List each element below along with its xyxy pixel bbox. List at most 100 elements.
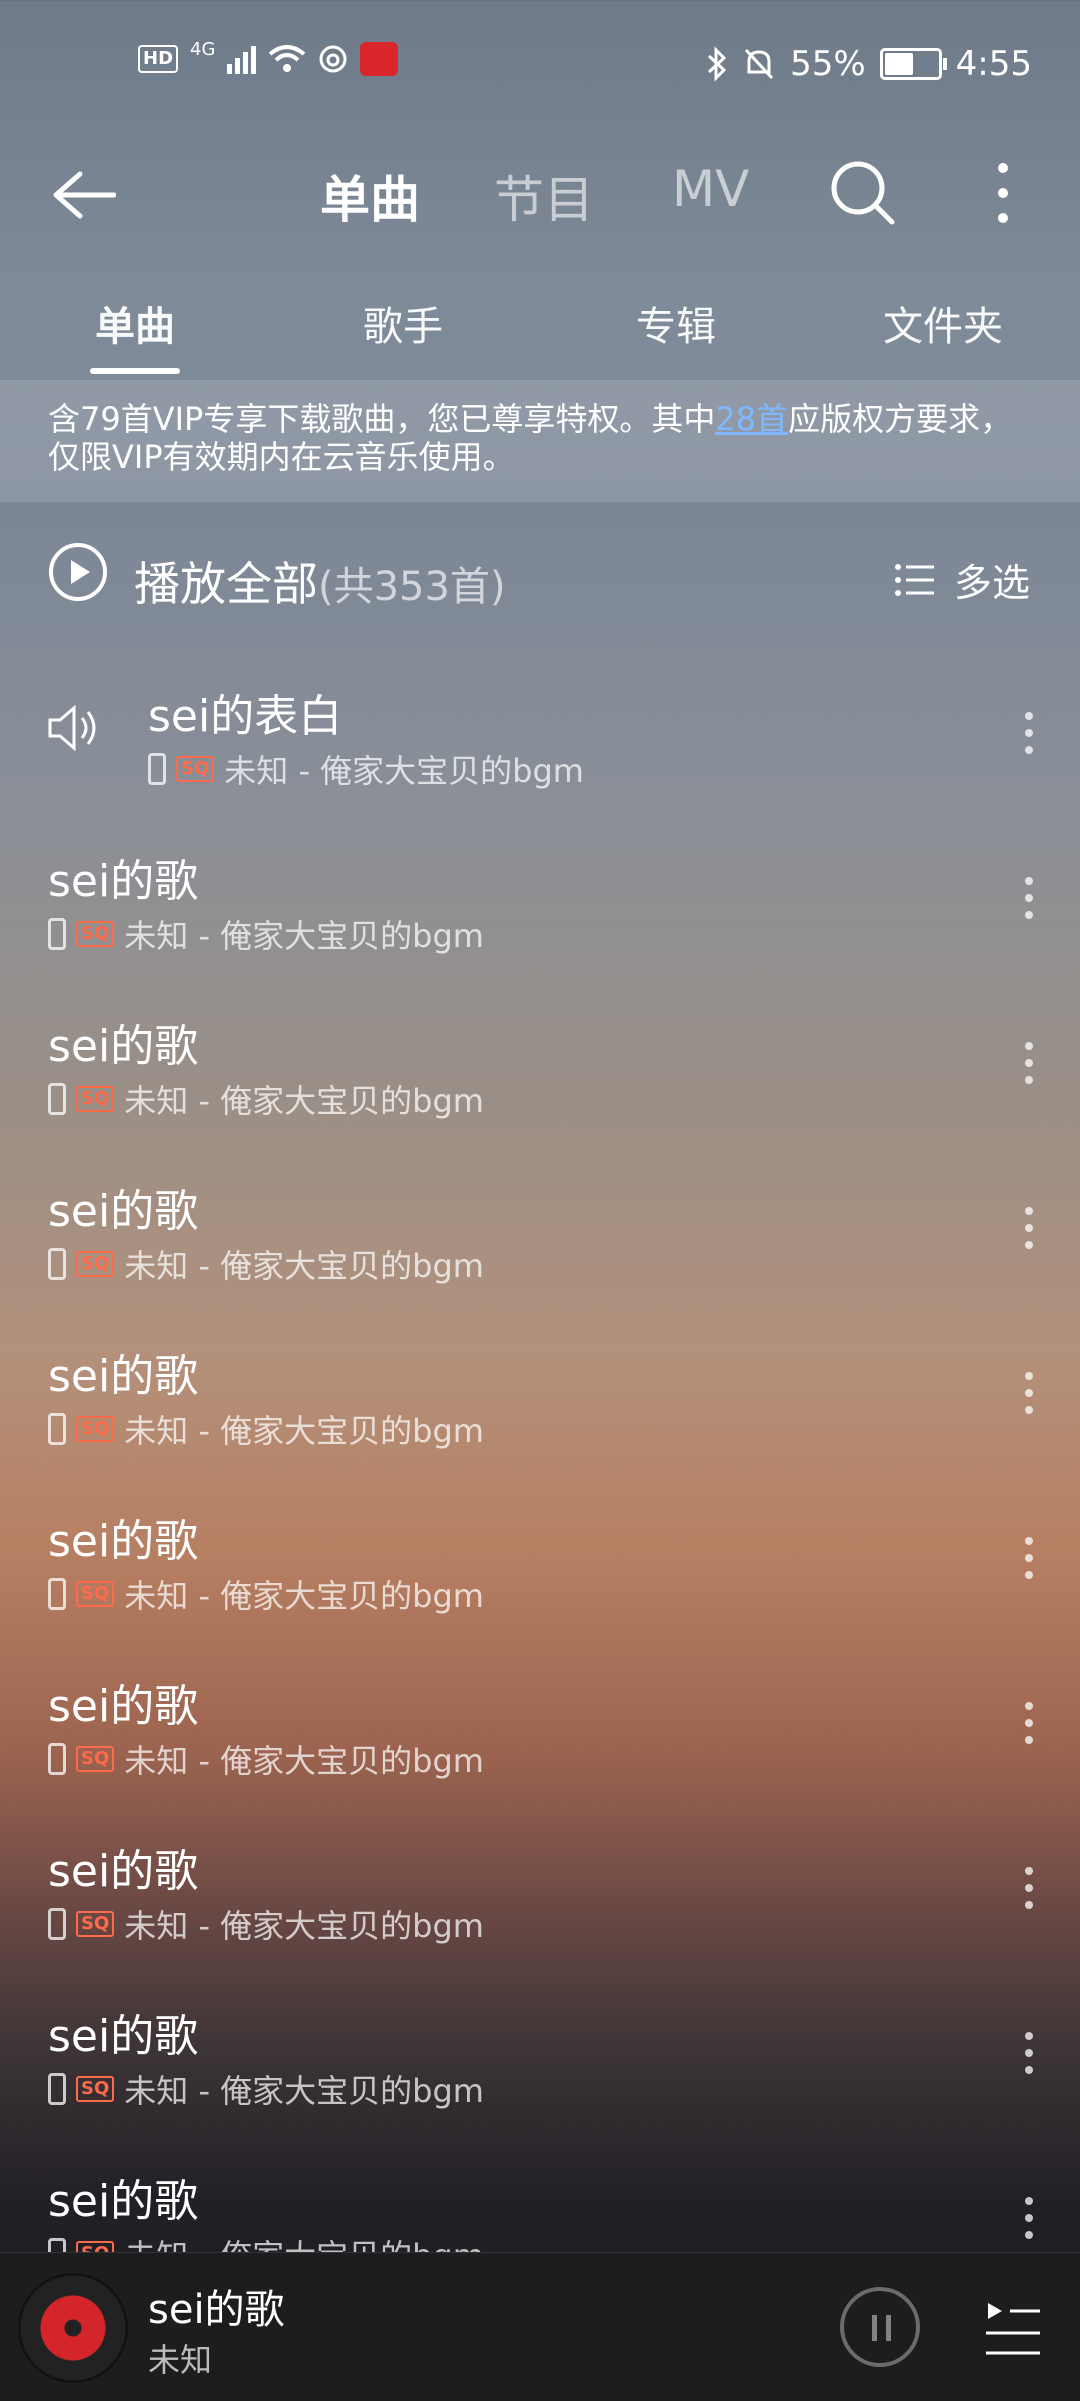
song-title: sei的歌	[48, 2176, 199, 2227]
mute-bell-icon	[744, 48, 774, 80]
song-meta: SQ 未知 - 俺家大宝贝的bgm	[48, 2066, 484, 2112]
now-playing-artist: 未知	[148, 2341, 213, 2379]
network-type: 4G	[190, 38, 216, 60]
top-header: 单曲 节目 MV	[0, 130, 1080, 250]
song-row[interactable]: sei的歌 SQ 未知 - 俺家大宝贝的bgm	[0, 1642, 1080, 1807]
local-device-icon	[48, 1248, 66, 1280]
song-more-icon[interactable]	[1024, 1702, 1034, 1750]
search-icon[interactable]	[830, 160, 896, 226]
local-device-icon	[148, 753, 166, 785]
local-device-icon	[48, 1578, 66, 1610]
song-title: sei的歌	[48, 1846, 199, 1897]
bluetooth-icon	[708, 46, 727, 82]
local-device-icon	[48, 2073, 66, 2105]
tab-single[interactable]: 单曲	[320, 160, 420, 232]
song-row[interactable]: sei的表白 SQ 未知 - 俺家大宝贝的bgm	[0, 652, 1080, 817]
status-right: 55% 4:55	[706, 44, 1032, 84]
back-arrow-icon[interactable]	[50, 170, 116, 220]
song-more-icon[interactable]	[1024, 1867, 1034, 1915]
mini-player[interactable]: sei的歌 未知	[0, 2252, 1080, 2401]
local-device-icon	[48, 1743, 66, 1775]
song-more-icon[interactable]	[1024, 1537, 1034, 1585]
song-row[interactable]: sei的歌 SQ 未知 - 俺家大宝贝的bgm	[0, 1147, 1080, 1312]
notice-text-before: 含79首VIP专享下载歌曲，您已尊享特权。其中	[48, 400, 716, 438]
subtab-single[interactable]: 单曲	[95, 294, 175, 352]
song-artist-album: 未知 - 俺家大宝贝的bgm	[124, 1577, 484, 1615]
vip-notice: 含79首VIP专享下载歌曲，您已尊享特权。其中28首应版权方要求，仅限VIP有效…	[0, 380, 1080, 502]
netease-icon	[319, 45, 347, 73]
song-meta: SQ 未知 - 俺家大宝贝的bgm	[48, 1901, 484, 1947]
song-meta: SQ 未知 - 俺家大宝贝的bgm	[48, 1571, 484, 1617]
battery-icon	[879, 48, 947, 80]
song-meta: SQ 未知 - 俺家大宝贝的bgm	[148, 746, 584, 792]
song-meta: SQ 未知 - 俺家大宝贝的bgm	[48, 1241, 484, 1287]
pause-button[interactable]	[840, 2287, 920, 2367]
sub-tabs: 单曲 歌手 专辑 文件夹	[0, 280, 1080, 380]
song-artist-album: 未知 - 俺家大宝贝的bgm	[124, 1742, 484, 1780]
song-title: sei的歌	[48, 1681, 199, 1732]
song-meta: SQ 未知 - 俺家大宝贝的bgm	[48, 1406, 484, 1452]
active-tab-indicator	[90, 368, 180, 374]
sq-badge: SQ	[76, 1746, 115, 1772]
sq-badge: SQ	[76, 1581, 115, 1607]
song-more-icon[interactable]	[1024, 877, 1034, 925]
tab-program[interactable]: 节目	[494, 160, 594, 232]
vip-notice-text: 含79首VIP专享下载歌曲，您已尊享特权。其中28首应版权方要求，仅限VIP有效…	[0, 380, 1080, 476]
subtab-artist[interactable]: 歌手	[363, 294, 443, 352]
local-device-icon	[48, 1083, 66, 1115]
album-disc-icon[interactable]	[18, 2273, 128, 2383]
song-more-icon[interactable]	[1024, 1207, 1034, 1255]
song-title: sei的表白	[148, 691, 343, 742]
song-row[interactable]: sei的歌 SQ 未知 - 俺家大宝贝的bgm	[0, 1807, 1080, 1972]
sq-badge: SQ	[176, 756, 215, 782]
subtab-folder[interactable]: 文件夹	[883, 294, 1003, 352]
list-icon	[894, 563, 934, 596]
song-more-icon[interactable]	[1024, 712, 1034, 760]
song-meta: SQ 未知 - 俺家大宝贝的bgm	[48, 1736, 484, 1782]
play-all-label[interactable]: 播放全部(共353首)	[134, 548, 506, 614]
multi-select-label: 多选	[953, 561, 1030, 605]
wifi-icon	[269, 45, 306, 72]
more-vert-icon[interactable]	[990, 160, 1016, 226]
song-title: sei的歌	[48, 856, 199, 907]
song-more-icon[interactable]	[1024, 2032, 1034, 2080]
song-more-icon[interactable]	[1024, 1372, 1034, 1420]
playlist-queue-icon[interactable]	[984, 2297, 1042, 2357]
song-title: sei的歌	[48, 1186, 199, 1237]
sq-badge: SQ	[76, 921, 115, 947]
song-title: sei的歌	[48, 1021, 199, 1072]
song-row[interactable]: sei的歌 SQ 未知 - 俺家大宝贝的bgm	[0, 982, 1080, 1147]
notice-link[interactable]: 28首	[715, 400, 788, 438]
song-row[interactable]: sei的歌 SQ 未知 - 俺家大宝贝的bgm	[0, 817, 1080, 982]
sq-badge: SQ	[76, 1086, 115, 1112]
speaker-icon	[48, 704, 96, 752]
song-more-icon[interactable]	[1024, 2197, 1034, 2245]
clock: 4:55	[955, 44, 1032, 84]
song-more-icon[interactable]	[1024, 1042, 1034, 1090]
app-notification-icon	[360, 42, 399, 76]
now-playing-title: sei的歌	[148, 2287, 285, 2333]
play-all-bar[interactable]: 播放全部(共353首) 多选	[0, 502, 1080, 652]
song-meta: SQ 未知 - 俺家大宝贝的bgm	[48, 1076, 484, 1122]
play-circle-icon[interactable]	[48, 542, 108, 602]
song-row[interactable]: sei的歌 SQ 未知 - 俺家大宝贝的bgm	[0, 1972, 1080, 2137]
song-artist-album: 未知 - 俺家大宝贝的bgm	[124, 1907, 484, 1945]
song-artist-album: 未知 - 俺家大宝贝的bgm	[124, 1082, 484, 1120]
multi-select-button[interactable]: 多选	[894, 552, 1030, 607]
battery-percent: 55%	[790, 44, 866, 84]
song-title: sei的歌	[48, 2011, 199, 2062]
hd-indicator: HD	[138, 45, 179, 73]
status-bar: HD 4G 55% 4:55	[0, 0, 1080, 130]
tab-mv[interactable]: MV	[672, 160, 749, 218]
subtab-album[interactable]: 专辑	[636, 294, 716, 352]
song-row[interactable]: sei的歌 SQ 未知 - 俺家大宝贝的bgm	[0, 1477, 1080, 1642]
sq-badge: SQ	[76, 2076, 115, 2102]
sq-badge: SQ	[76, 1251, 115, 1277]
song-artist-album: 未知 - 俺家大宝贝的bgm	[124, 1247, 484, 1285]
local-device-icon	[48, 918, 66, 950]
song-meta: SQ 未知 - 俺家大宝贝的bgm	[48, 911, 484, 957]
song-title: sei的歌	[48, 1516, 199, 1567]
play-all-text: 播放全部	[134, 557, 318, 611]
song-row[interactable]: sei的歌 SQ 未知 - 俺家大宝贝的bgm	[0, 1312, 1080, 1477]
song-artist-album: 未知 - 俺家大宝贝的bgm	[124, 2072, 484, 2110]
